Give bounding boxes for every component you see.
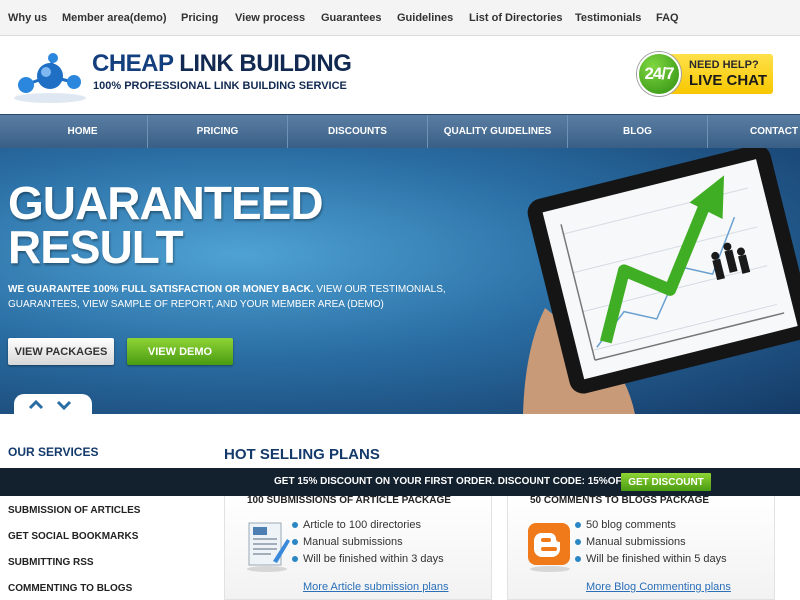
more-article-plans-link[interactable]: More Article submission plans: [303, 581, 449, 593]
view-demo-button[interactable]: VIEW DEMO: [127, 338, 233, 365]
hero-title-line2: RESULT: [8, 221, 184, 273]
view-packages-button[interactable]: VIEW PACKAGES: [8, 338, 114, 365]
slide-up-icon[interactable]: [26, 398, 46, 412]
service-social-bookmarks[interactable]: GET SOCIAL BOOKMARKS: [8, 531, 138, 542]
hero-description: WE GUARANTEE 100% FULL SATISFACTION OR M…: [8, 282, 448, 312]
discount-text: GET 15% DISCOUNT ON YOUR FIRST ORDER. DI…: [274, 476, 628, 487]
topnav-guarantees[interactable]: Guarantees: [321, 12, 382, 24]
live-chat-box: NEED HELP? LIVE CHAT: [667, 54, 773, 94]
topnav-faq[interactable]: FAQ: [656, 12, 679, 24]
topnav-pricing[interactable]: Pricing: [181, 12, 218, 24]
support-247-badge: 24/7: [637, 52, 681, 96]
more-blog-commenting-plans-link[interactable]: More Blog Commenting plans: [586, 581, 731, 593]
live-chat-label: LIVE CHAT: [689, 72, 768, 89]
blogger-icon: [526, 519, 574, 573]
logo-molecule-icon[interactable]: [8, 48, 90, 106]
topnav-view-process[interactable]: View process: [235, 12, 305, 24]
get-discount-button[interactable]: GET DISCOUNT: [621, 473, 711, 491]
plan-feature: Will be finished within 3 days: [292, 553, 444, 565]
service-commenting-to-blogs[interactable]: COMMENTING TO BLOGS: [8, 583, 132, 594]
site-header: CHEAP LINK BUILDING 100% PROFESSIONAL LI…: [0, 36, 800, 114]
plan-feature: Manual submissions: [292, 536, 403, 548]
support-247-label: 24/7: [644, 64, 674, 83]
need-help-label: NEED HELP?: [689, 59, 759, 71]
nav-home[interactable]: HOME: [18, 115, 148, 148]
topnav-list-of-directories[interactable]: List of Directories: [469, 12, 563, 24]
logo-subtitle: 100% PROFESSIONAL LINK BUILDING SERVICE: [93, 80, 347, 92]
nav-pricing[interactable]: PRICING: [148, 115, 288, 148]
live-chat-button[interactable]: NEED HELP? LIVE CHAT 24/7: [637, 52, 775, 96]
tablet-growth-chart-image: [505, 148, 800, 414]
plan-card-blog-comments: 50 COMMENTS TO BLOGS PACKAGE 50 blog com…: [507, 494, 775, 600]
logo-title[interactable]: CHEAP LINK BUILDING: [92, 50, 352, 78]
plan-feature: Manual submissions: [575, 536, 686, 548]
plan-feature: 50 blog comments: [575, 519, 676, 531]
article-document-icon: [243, 519, 291, 573]
nav-quality-guidelines[interactable]: QUALITY GUIDELINES: [428, 115, 568, 148]
discount-bar: GET 15% DISCOUNT ON YOUR FIRST ORDER. DI…: [0, 468, 800, 496]
slider-controls: [14, 394, 92, 414]
plan-feature: Article to 100 directories: [292, 519, 421, 531]
plan-card-title: 100 SUBMISSIONS OF ARTICLE PACKAGE: [247, 495, 451, 506]
our-services-title: OUR SERVICES: [8, 445, 99, 459]
logo-title-part1: CHEAP: [92, 50, 174, 77]
topnav-testimonials[interactable]: Testimonials: [575, 12, 641, 24]
service-submission-of-articles[interactable]: SUBMISSION OF ARTICLES: [8, 505, 140, 516]
plan-card-title: 50 COMMENTS TO BLOGS PACKAGE: [530, 495, 710, 506]
nav-discounts[interactable]: DISCOUNTS: [288, 115, 428, 148]
logo-title-part2: LINK BUILDING: [179, 50, 352, 77]
slide-down-icon[interactable]: [54, 398, 74, 412]
main-navigation: HOME PRICING DISCOUNTS QUALITY GUIDELINE…: [0, 114, 800, 148]
topnav-member-area[interactable]: Member area(demo): [62, 12, 167, 24]
service-submitting-rss[interactable]: SUBMITTING RSS: [8, 557, 94, 568]
top-navigation: Why us Member area(demo) Pricing View pr…: [0, 0, 800, 36]
nav-blog[interactable]: BLOG: [568, 115, 708, 148]
plan-feature: Will be finished within 5 days: [575, 553, 727, 565]
plan-card-articles: 100 SUBMISSIONS OF ARTICLE PACKAGE Artic…: [224, 494, 492, 600]
hero-banner: GUARANTEED RESULT WE GUARANTEE 100% FULL…: [0, 148, 800, 414]
hero-guarantee-text: WE GUARANTEE 100% FULL SATISFACTION OR M…: [8, 284, 314, 295]
topnav-why-us[interactable]: Why us: [8, 12, 47, 24]
hot-selling-plans-title: HOT SELLING PLANS: [224, 446, 380, 463]
nav-contact[interactable]: CONTACT U: [708, 115, 800, 148]
topnav-guidelines[interactable]: Guidelines: [397, 12, 453, 24]
